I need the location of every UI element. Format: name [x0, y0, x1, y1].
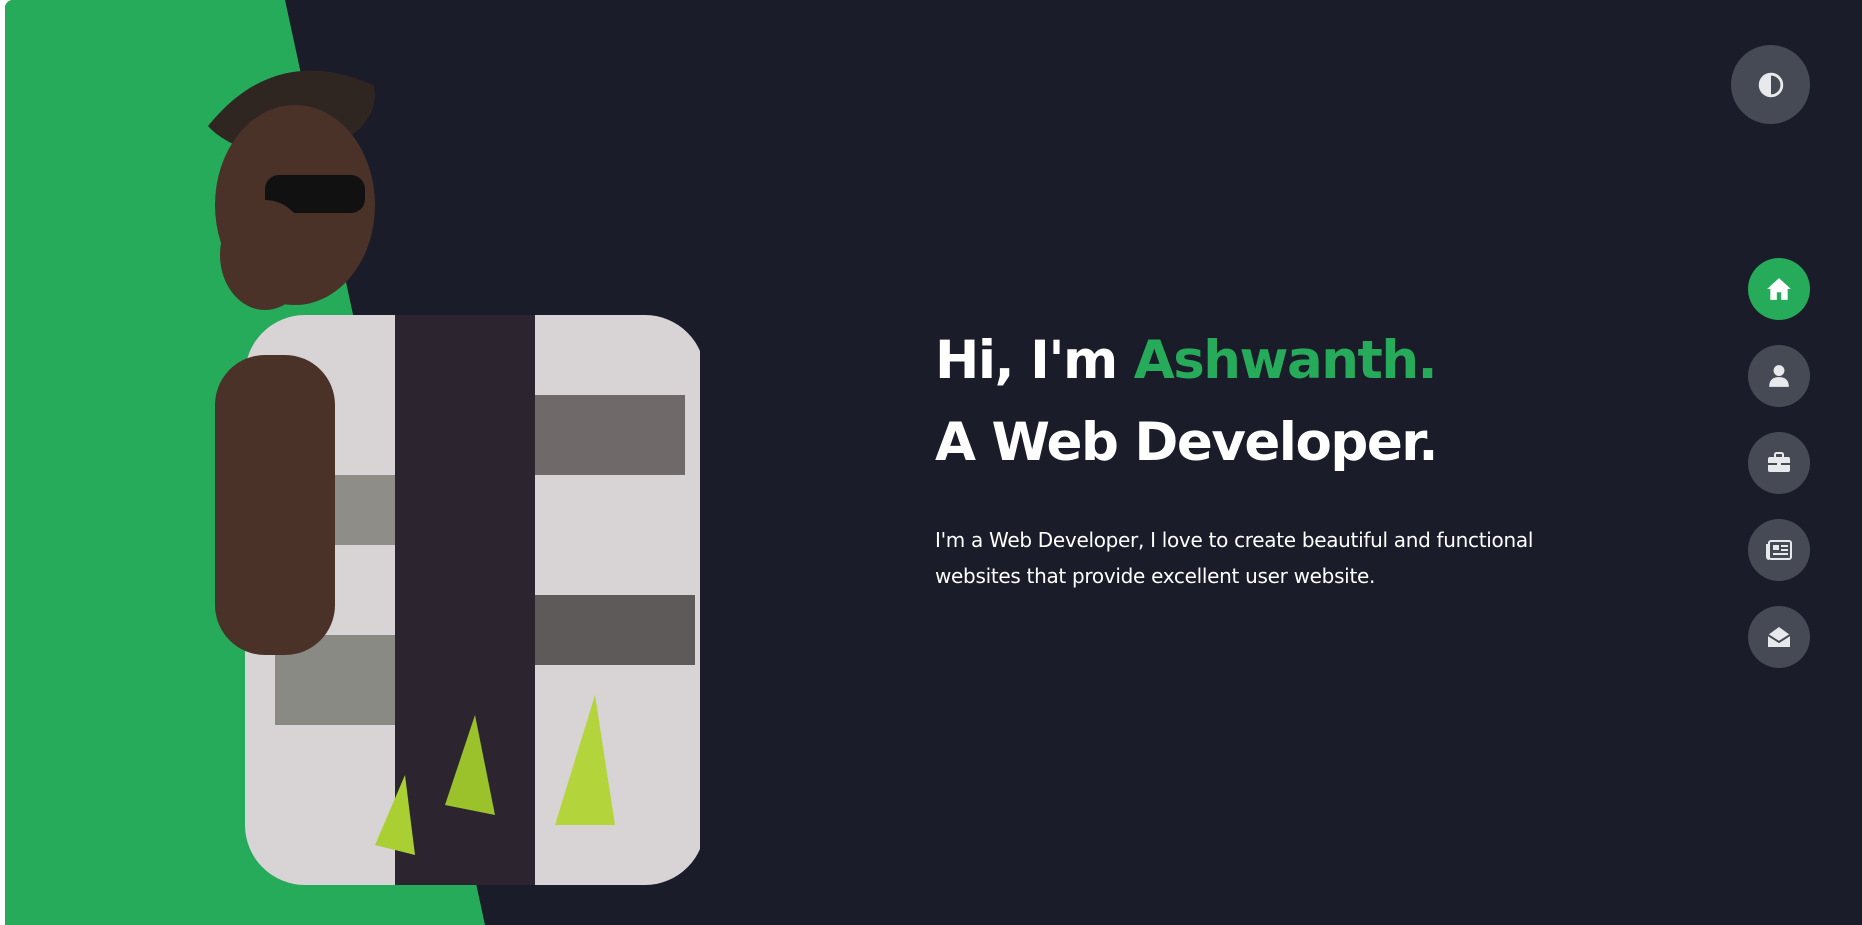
hero-page: Hi, I'm Ashwanth. A Web Developer. I'm a… [5, 0, 1862, 925]
home-icon [1766, 277, 1792, 301]
greeting-prefix: Hi, I'm [935, 330, 1134, 391]
profile-photo [195, 70, 700, 885]
nav-about-button[interactable] [1748, 345, 1810, 407]
theme-toggle-button[interactable] [1731, 45, 1810, 124]
intro-line-1: I'm a Web Developer, I love to create be… [935, 528, 1534, 552]
side-navigation [1748, 258, 1810, 693]
envelope-open-icon [1767, 626, 1791, 648]
nav-portfolio-button[interactable] [1748, 432, 1810, 494]
hero-content: Hi, I'm Ashwanth. A Web Developer. I'm a… [935, 320, 1635, 594]
nav-contact-button[interactable] [1748, 606, 1810, 668]
briefcase-icon [1767, 452, 1791, 474]
developer-name: Ashwanth. [1133, 330, 1438, 391]
role-heading: A Web Developer. [935, 412, 1439, 473]
nav-blog-button[interactable] [1748, 519, 1810, 581]
intro-paragraph: I'm a Web Developer, I love to create be… [935, 522, 1635, 594]
intro-line-2: websites that provide excellent user web… [935, 564, 1376, 588]
user-icon [1768, 364, 1790, 388]
greeting-heading: Hi, I'm Ashwanth. [935, 320, 1635, 402]
nav-home-button[interactable] [1748, 258, 1810, 320]
newspaper-icon [1766, 540, 1792, 560]
contrast-icon [1758, 72, 1784, 98]
